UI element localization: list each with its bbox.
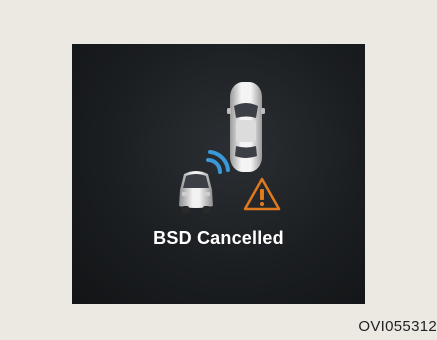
warning-triangle-icon <box>243 177 281 211</box>
bsd-status-message: BSD Cancelled <box>153 228 284 248</box>
cluster-display-panel: BSD Cancelled <box>72 44 365 304</box>
car-rear-icon <box>179 171 213 213</box>
figure-code: OVI055312 <box>358 318 437 335</box>
